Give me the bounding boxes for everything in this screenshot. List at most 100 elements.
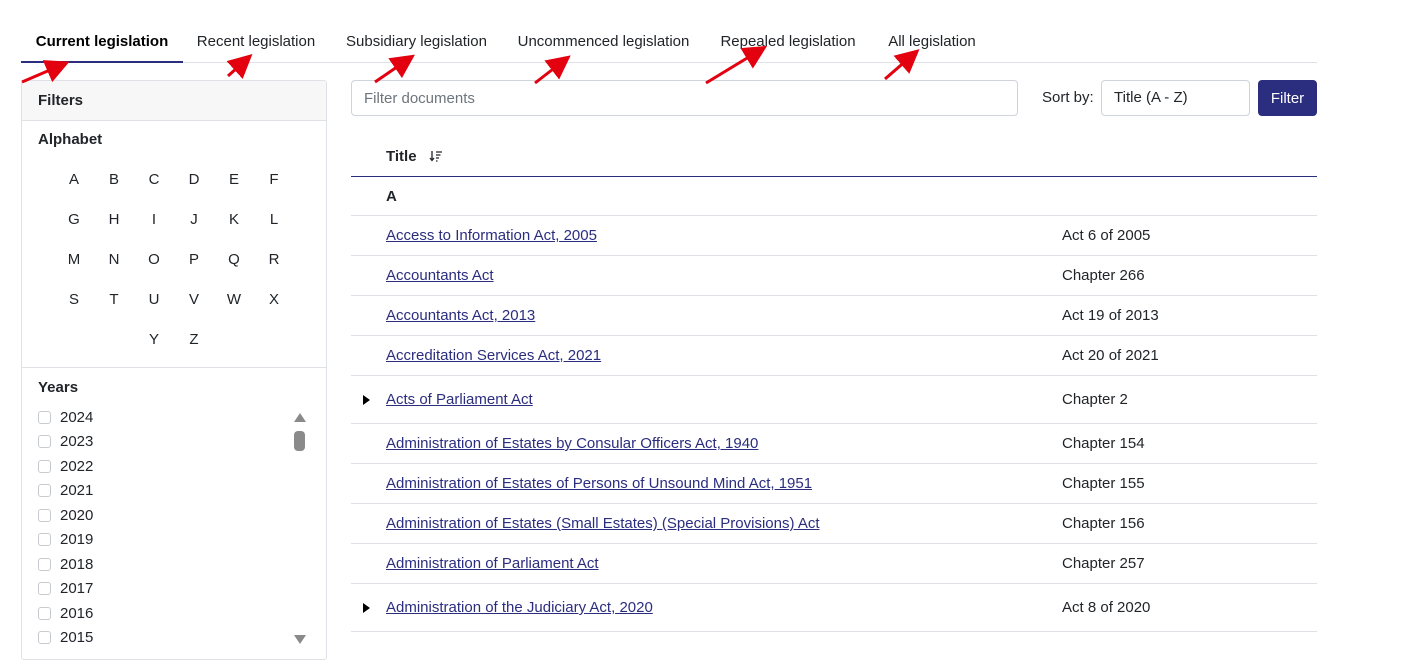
alphabet-letter-l[interactable]: L <box>262 211 286 228</box>
alphabet-letter-t[interactable]: T <box>102 291 126 308</box>
year-checkbox[interactable] <box>38 533 51 546</box>
document-title-link[interactable]: Access to Information Act, 2005 <box>386 227 597 244</box>
alphabet-letter-c[interactable]: C <box>142 171 166 188</box>
alphabet-letter-u[interactable]: U <box>142 291 166 308</box>
document-title-link[interactable]: Administration of Estates (Small Estates… <box>386 515 820 532</box>
documents-table: Title A Access to Information Act, 2005 A… <box>351 137 1317 632</box>
document-number: Chapter 257 <box>1062 555 1145 572</box>
document-title-link[interactable]: Administration of Parliament Act <box>386 555 599 572</box>
year-label: 2016 <box>60 604 94 622</box>
tab-all-legislation[interactable]: All legislation <box>885 22 979 63</box>
document-number: Chapter 155 <box>1062 475 1145 492</box>
scroll-up-arrow-icon[interactable] <box>294 413 306 422</box>
alphabet-letter-g[interactable]: G <box>62 211 86 228</box>
year-label: 2020 <box>60 506 94 524</box>
document-title-link[interactable]: Acts of Parliament Act <box>386 391 533 408</box>
alphabet-letter-k[interactable]: K <box>222 211 246 228</box>
alphabet-letter-x[interactable]: X <box>262 291 286 308</box>
year-checkbox[interactable] <box>38 459 51 473</box>
document-title-link[interactable]: Accountants Act, 2013 <box>386 307 535 324</box>
title-column-header[interactable]: Title <box>386 148 417 165</box>
document-number: Act 6 of 2005 <box>1062 227 1151 244</box>
group-letter: A <box>386 188 397 205</box>
expand-caret-icon[interactable] <box>363 394 370 405</box>
year-checkbox[interactable] <box>38 606 51 620</box>
year-label: 2022 <box>60 457 94 475</box>
filter-button[interactable]: Filter <box>1258 80 1317 116</box>
alphabet-letter-n[interactable]: N <box>102 251 126 268</box>
expand-caret-icon[interactable] <box>363 602 370 613</box>
scrollbar-thumb[interactable] <box>294 431 305 451</box>
alphabet-heading: Alphabet <box>38 131 103 148</box>
alphabet-letter-r[interactable]: R <box>262 251 286 268</box>
document-number: Act 19 of 2013 <box>1062 307 1159 324</box>
filters-heading: Filters <box>22 81 326 121</box>
document-title-link[interactable]: Accountants Act <box>386 267 494 284</box>
table-row: Accreditation Services Act, 2021 Act 20 o… <box>351 336 1317 376</box>
sort-ascending-icon[interactable] <box>429 150 443 162</box>
group-row: A <box>351 177 1317 216</box>
table-row: Access to Information Act, 2005 Act 6 of … <box>351 216 1317 256</box>
year-checkbox[interactable] <box>38 582 51 595</box>
year-filter-item[interactable]: 2022 <box>38 456 93 476</box>
document-title-link[interactable]: Administration of Estates of Persons of … <box>386 475 812 492</box>
tab-repealed-legislation[interactable]: Repealed legislation <box>719 22 857 63</box>
alphabet-letter-i[interactable]: I <box>142 211 166 228</box>
year-label: 2017 <box>60 580 94 597</box>
tab-subsidiary-legislation[interactable]: Subsidiary legislation <box>344 22 489 63</box>
year-filter-item[interactable]: 2017 <box>38 579 93 599</box>
alphabet-letter-v[interactable]: V <box>182 291 206 308</box>
year-checkbox[interactable] <box>38 508 51 522</box>
alphabet-letter-p[interactable]: P <box>182 251 206 268</box>
year-filter-item[interactable]: 2020 <box>38 505 93 525</box>
scroll-down-arrow-icon[interactable] <box>294 635 306 644</box>
years-heading: Years <box>38 379 79 396</box>
table-row: Accountants Act Chapter 266 <box>351 256 1317 296</box>
year-filter-item[interactable]: 2015 <box>38 628 93 648</box>
table-row: Accountants Act, 2013 Act 19 of 2013 <box>351 296 1317 336</box>
document-number: Act 20 of 2021 <box>1062 347 1159 364</box>
year-label: 2019 <box>60 531 94 548</box>
alphabet-letter-s[interactable]: S <box>62 291 86 308</box>
alphabet-letter-z[interactable]: Z <box>182 331 206 348</box>
table-body: Access to Information Act, 2005 Act 6 of … <box>351 216 1317 632</box>
year-filter-item[interactable]: 2023 <box>38 432 93 452</box>
year-filter-item[interactable]: 2019 <box>38 530 93 550</box>
year-checkbox[interactable] <box>38 410 51 424</box>
table-row: Acts of Parliament Act Chapter 2 <box>351 376 1317 424</box>
document-title-link[interactable]: Administration of the Judiciary Act, 202… <box>386 599 653 616</box>
table-row: Administration of the Judiciary Act, 202… <box>351 584 1317 632</box>
alphabet-letter-o[interactable]: O <box>142 251 166 268</box>
alphabet-letter-b[interactable]: B <box>102 171 126 188</box>
alphabet-letter-q[interactable]: Q <box>222 251 246 268</box>
tab-current-legislation[interactable]: Current legislation <box>21 22 183 63</box>
sort-select[interactable]: Title (A - Z) <box>1101 80 1250 116</box>
section-divider <box>22 367 326 368</box>
alphabet-letter-w[interactable]: W <box>222 291 246 308</box>
year-checkbox[interactable] <box>38 435 51 448</box>
alphabet-letter-h[interactable]: H <box>102 211 126 228</box>
alphabet-letter-j[interactable]: J <box>182 211 206 228</box>
year-filter-item[interactable]: 2021 <box>38 481 93 501</box>
alphabet-letter-m[interactable]: M <box>62 251 86 268</box>
tab-uncommenced-legislation[interactable]: Uncommenced legislation <box>516 22 691 63</box>
years-scrollbar[interactable] <box>292 411 306 644</box>
year-checkbox[interactable] <box>38 484 51 497</box>
tab-recent-legislation[interactable]: Recent legislation <box>196 22 316 63</box>
alphabet-letter-a[interactable]: A <box>62 171 86 188</box>
document-number: Chapter 154 <box>1062 435 1145 452</box>
alphabet-letter-e[interactable]: E <box>222 171 246 188</box>
alphabet-letter-y[interactable]: Y <box>142 331 166 348</box>
alphabet-letter-f[interactable]: F <box>262 171 286 188</box>
year-filter-item[interactable]: 2018 <box>38 554 93 574</box>
year-label: 2023 <box>60 433 94 450</box>
alphabet-letter-d[interactable]: D <box>182 171 206 188</box>
year-label: 2018 <box>60 555 94 573</box>
document-title-link[interactable]: Accreditation Services Act, 2021 <box>386 347 601 364</box>
filter-documents-input[interactable] <box>351 80 1018 116</box>
document-title-link[interactable]: Administration of Estates by Consular Of… <box>386 435 758 452</box>
year-filter-item[interactable]: 2024 <box>38 407 93 427</box>
year-checkbox[interactable] <box>38 557 51 571</box>
year-filter-item[interactable]: 2016 <box>38 603 93 623</box>
year-checkbox[interactable] <box>38 631 51 644</box>
